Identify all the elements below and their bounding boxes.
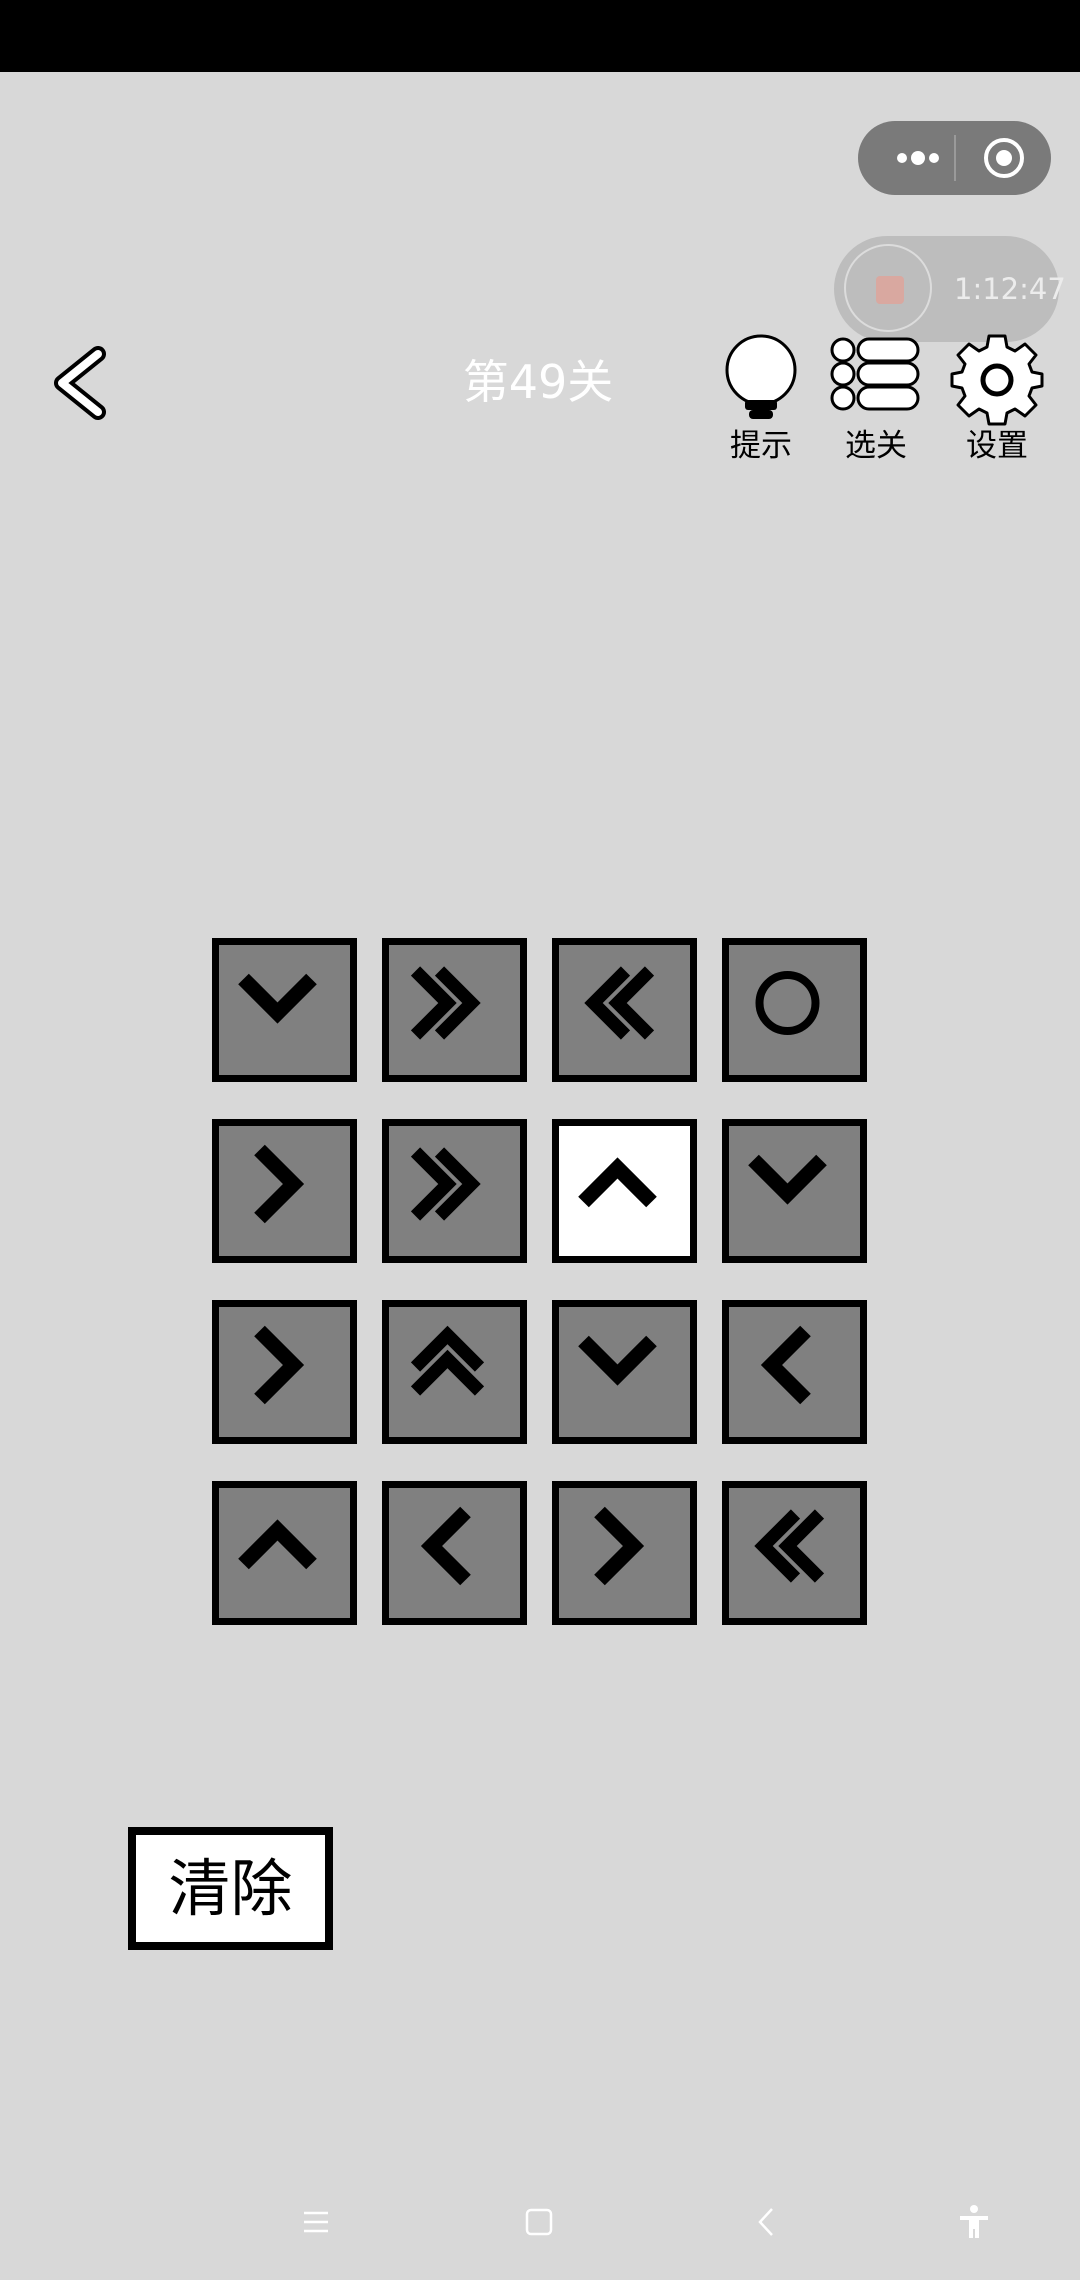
up-arrow-icon — [578, 1157, 657, 1208]
back-triangle-icon[interactable] — [746, 2202, 786, 2242]
tile-right[interactable] — [212, 1119, 357, 1263]
up-arrow-icon — [238, 1519, 317, 1570]
mini-program-capsule — [858, 121, 1051, 195]
tile-down[interactable] — [722, 1119, 867, 1263]
lightbulb-icon — [725, 334, 797, 419]
double-up-arrow-icon — [410, 1325, 485, 1396]
capsule-divider — [954, 135, 956, 181]
level-select-button[interactable]: 选关 — [816, 334, 936, 474]
tile-double-right[interactable] — [382, 1119, 527, 1263]
tile-double-right[interactable] — [382, 938, 527, 1082]
tile-circle[interactable] — [722, 938, 867, 1082]
menu-icon[interactable] — [296, 2202, 336, 2242]
tile-double-left[interactable] — [722, 1481, 867, 1625]
accessibility-icon[interactable] — [954, 2202, 994, 2242]
screen-recording-pill[interactable]: 1:12:47 — [834, 236, 1066, 342]
double-left-arrow-icon — [584, 966, 655, 1040]
system-nav-bar — [0, 2190, 1080, 2280]
down-arrow-icon — [238, 973, 317, 1024]
home-square-icon[interactable] — [519, 2202, 559, 2242]
tile-up[interactable] — [552, 1119, 697, 1263]
puzzle-board — [212, 938, 868, 1626]
level-title: 第49关 — [462, 355, 614, 409]
double-right-arrow-icon — [410, 1147, 481, 1221]
down-arrow-icon — [578, 1335, 657, 1386]
left-arrow-icon — [760, 1325, 811, 1405]
more-dots-icon[interactable] — [885, 121, 955, 195]
right-arrow-icon — [254, 1144, 305, 1224]
right-arrow-icon — [594, 1506, 645, 1586]
target-circle-icon[interactable] — [982, 136, 1026, 180]
hint-button[interactable]: 提示 — [701, 334, 821, 474]
left-arrow-icon — [420, 1506, 471, 1586]
recording-timer: 1:12:47 — [954, 272, 1066, 306]
gear-icon — [950, 334, 1044, 426]
settings-button[interactable]: 设置 — [937, 334, 1057, 474]
double-right-arrow-icon — [410, 966, 481, 1040]
status-bar — [0, 0, 1080, 72]
tile-right[interactable] — [552, 1481, 697, 1625]
double-left-arrow-icon — [754, 1509, 825, 1583]
tile-right[interactable] — [212, 1300, 357, 1444]
down-arrow-icon — [748, 1154, 827, 1205]
clear-button[interactable]: 清除 — [128, 1827, 333, 1950]
circle-arrow-icon — [755, 971, 820, 1035]
tile-down[interactable] — [552, 1300, 697, 1444]
level-select-label: 选关 — [845, 428, 907, 464]
tile-left[interactable] — [382, 1481, 527, 1625]
tile-up[interactable] — [212, 1481, 357, 1625]
tile-double-left[interactable] — [552, 938, 697, 1082]
hint-label: 提示 — [730, 428, 792, 464]
tile-left[interactable] — [722, 1300, 867, 1444]
right-arrow-icon — [254, 1325, 305, 1405]
level-list-icon — [830, 337, 920, 411]
chevron-left-icon — [54, 346, 106, 420]
tile-down[interactable] — [212, 938, 357, 1082]
back-button[interactable] — [42, 338, 122, 428]
record-stop-icon[interactable] — [844, 244, 932, 332]
settings-label: 设置 — [966, 428, 1028, 464]
tile-double-up[interactable] — [382, 1300, 527, 1444]
